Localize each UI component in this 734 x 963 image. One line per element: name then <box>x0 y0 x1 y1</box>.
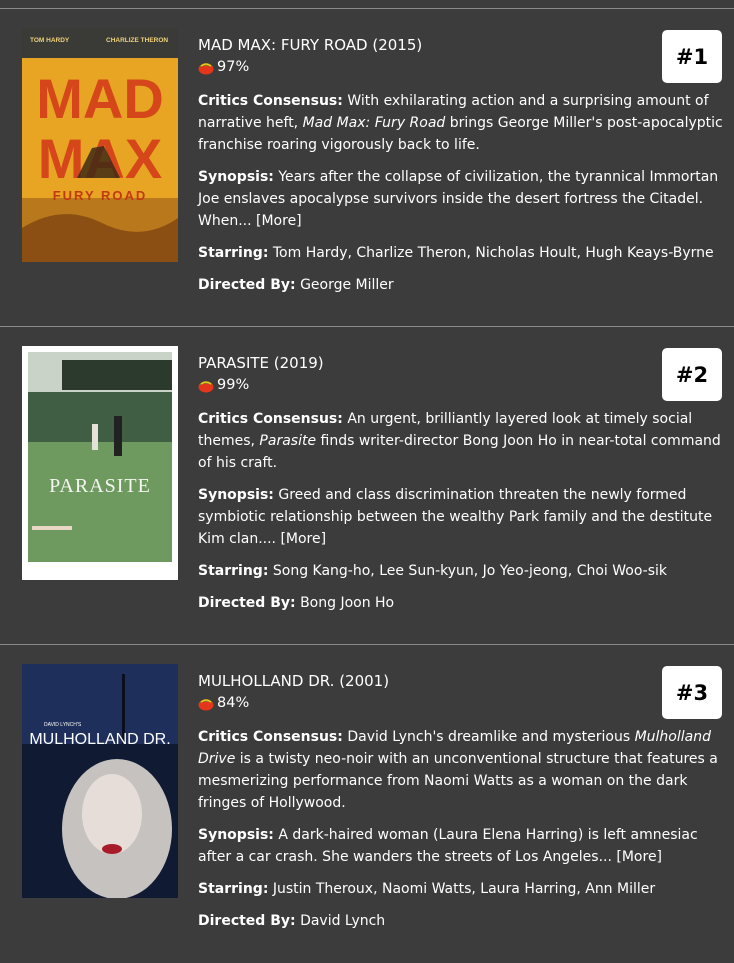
poster-actor-left: TOM HARDY <box>30 37 70 44</box>
poster-title-line1: MAD <box>36 67 164 130</box>
movie-info: MAD MAX: FURY ROAD (2015) 97% Critics Co… <box>198 34 728 296</box>
starring-label: Starring: <box>198 245 269 261</box>
certified-fresh-icon <box>198 63 214 75</box>
consensus-title-italic: Parasite <box>259 433 317 449</box>
certified-fresh-icon <box>198 699 214 711</box>
director-name: Bong Joon Ho <box>300 595 395 611</box>
synopsis: Synopsis: Years after the collapse of ci… <box>198 166 728 232</box>
movie-list: TOM HARDY CHARLIZE THERON MAD MAX FURY R… <box>0 9 734 963</box>
movie-poster[interactable]: PARASITE <box>22 346 178 580</box>
movie-info: PARASITE (2019) 99% Critics Consensus: A… <box>198 352 728 614</box>
rank-badge: #3 <box>662 666 722 719</box>
consensus-label: Critics Consensus: <box>198 729 343 745</box>
mad-max-poster-image: TOM HARDY CHARLIZE THERON MAD MAX FURY R… <box>22 28 178 262</box>
synopsis-label: Synopsis: <box>198 169 274 185</box>
synopsis: Synopsis: Greed and class discrimination… <box>198 484 728 550</box>
rank-badge: #1 <box>662 30 722 83</box>
mulholland-dr-poster-image: DAVID LYNCH'S MULHOLLAND DR. <box>22 664 178 898</box>
poster-title: PARASITE <box>49 475 151 497</box>
directed-label: Directed By: <box>198 913 296 929</box>
movie-poster[interactable]: TOM HARDY CHARLIZE THERON MAD MAX FURY R… <box>22 28 178 262</box>
more-link[interactable]: [More] <box>280 531 326 547</box>
director-name: George Miller <box>300 277 394 293</box>
poster-title: MULHOLLAND DR. <box>29 731 170 748</box>
consensus-text: David Lynch's dreamlike and mysterious <box>347 729 635 745</box>
movie-title-link[interactable]: MAD MAX: FURY ROAD (2015) <box>198 34 728 56</box>
movie-title-link[interactable]: MULHOLLAND DR. (2001) <box>198 670 728 692</box>
movie-title-link[interactable]: PARASITE (2019) <box>198 352 728 374</box>
tomatometer-score: 84% <box>198 692 728 714</box>
starring-names: Song Kang-ho, Lee Sun-kyun, Jo Yeo-jeong… <box>272 563 668 579</box>
starring-names: Tom Hardy, Charlize Theron, Nicholas Hou… <box>272 245 714 261</box>
more-link[interactable]: [More] <box>616 849 662 865</box>
directed-label: Directed By: <box>198 277 296 293</box>
score-value: 84% <box>217 695 250 711</box>
score-value: 99% <box>217 377 250 393</box>
directed-label: Directed By: <box>198 595 296 611</box>
certified-fresh-icon <box>198 381 214 393</box>
synopsis: Synopsis: A dark-haired woman (Laura Ele… <box>198 824 728 868</box>
consensus-label: Critics Consensus: <box>198 411 343 427</box>
directed-by: Directed By: David Lynch <box>198 910 728 932</box>
poster-small-text: DAVID LYNCH'S <box>44 722 82 728</box>
synopsis-text: Greed and class discrimination threaten … <box>198 487 713 547</box>
synopsis-label: Synopsis: <box>198 827 274 843</box>
poster-actor-right: CHARLIZE THERON <box>106 37 168 44</box>
consensus-label: Critics Consensus: <box>198 93 343 109</box>
movie-info: MULHOLLAND DR. (2001) 84% Critics Consen… <box>198 670 728 932</box>
starring: Starring: Tom Hardy, Charlize Theron, Ni… <box>198 242 728 264</box>
score-value: 97% <box>217 59 250 75</box>
directed-by: Directed By: Bong Joon Ho <box>198 592 728 614</box>
starring-label: Starring: <box>198 563 269 579</box>
critics-consensus: Critics Consensus: With exhilarating act… <box>198 90 728 156</box>
critics-consensus: Critics Consensus: An urgent, brilliantl… <box>198 408 728 474</box>
more-link[interactable]: [More] <box>256 213 302 229</box>
consensus-text-end: is a twisty neo-noir with an unconventio… <box>198 751 718 811</box>
synopsis-label: Synopsis: <box>198 487 274 503</box>
movie-item: DAVID LYNCH'S MULHOLLAND DR. MULHOLLAND … <box>0 645 734 963</box>
tomatometer-score: 99% <box>198 374 728 396</box>
rank-badge: #2 <box>662 348 722 401</box>
directed-by: Directed By: George Miller <box>198 274 728 296</box>
parasite-poster-image: PARASITE <box>22 346 178 580</box>
poster-title-line3: FURY ROAD <box>53 188 148 203</box>
tomatometer-score: 97% <box>198 56 728 78</box>
consensus-title-italic: Mad Max: Fury Road <box>302 115 446 131</box>
director-name: David Lynch <box>300 913 386 929</box>
movie-item: PARASITE PARASITE (2019) 99% Critics Con… <box>0 327 734 645</box>
critics-consensus: Critics Consensus: David Lynch's dreamli… <box>198 726 728 814</box>
starring: Starring: Justin Theroux, Naomi Watts, L… <box>198 878 728 900</box>
starring-label: Starring: <box>198 881 269 897</box>
movie-item: TOM HARDY CHARLIZE THERON MAD MAX FURY R… <box>0 9 734 327</box>
movie-poster[interactable]: DAVID LYNCH'S MULHOLLAND DR. <box>22 664 178 898</box>
starring: Starring: Song Kang-ho, Lee Sun-kyun, Jo… <box>198 560 728 582</box>
starring-names: Justin Theroux, Naomi Watts, Laura Harri… <box>272 881 656 897</box>
